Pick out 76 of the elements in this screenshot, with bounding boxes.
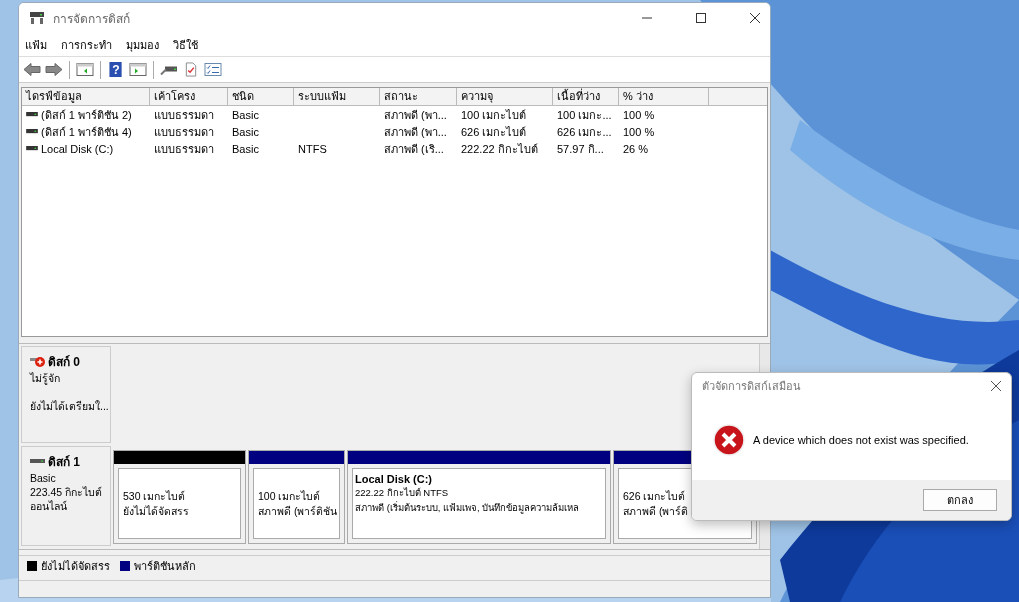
partition-info: สภาพดี (เริ่มต้นระบบ, แฟ้มเพจ, บันทึกข้อมูลความล้มเหล [355, 500, 581, 515]
back-arrow-icon[interactable] [23, 62, 41, 77]
table-cell-text: 626 เมกะไบต์ [461, 124, 527, 140]
window-title: การจัดการดิสก์ [53, 10, 130, 28]
table-cell-text: สภาพดี (พา... [384, 124, 447, 140]
checklist-icon[interactable] [204, 62, 222, 77]
action-pane-icon[interactable] [129, 62, 147, 77]
table-cell: Basic [232, 108, 259, 121]
partition-info: 100 เมกะไบต์ [258, 488, 322, 504]
partition-info: สภาพดี (พาร์ติชัน [258, 503, 335, 519]
table-cell: Basic [232, 125, 259, 138]
legend-label: ยังไม่ได้จัดสรร [41, 559, 110, 574]
close-icon[interactable] [991, 381, 1001, 391]
disk-label-panel[interactable]: ดิสก์ 0 ไม่รู้จัก ยังไม่ได้เตรียมใ... [21, 346, 111, 443]
menu-item[interactable]: วิธีใช้ [173, 35, 198, 54]
table-cell-text: 100 เมกะ... [557, 107, 612, 123]
table-cell-text: (ดิสก์ 1 พาร์ติชัน 4) [41, 124, 132, 140]
disk-error-icon [30, 355, 46, 368]
table-cell-text: 100 เมกะไบต์ [461, 107, 527, 123]
console-tree-icon[interactable] [76, 62, 94, 77]
table-cell: 100 % [623, 125, 655, 138]
table-cell: 26 % [623, 142, 649, 155]
drive-icon [26, 112, 38, 117]
disk-info: ไม่รู้จัก [30, 371, 61, 385]
partition-info: 626 เมกะไบต์ [623, 488, 687, 504]
column-header[interactable]: เค้าโครง [150, 88, 228, 105]
column-header[interactable]: เนื้อที่ว่าง [553, 88, 619, 105]
disk-info: ยังไม่ได้เตรียมใ... [30, 399, 110, 413]
dialog-message: A device which does not exist was specified. [753, 433, 969, 446]
disk-info: ออนไลน์ [30, 499, 68, 513]
column-header[interactable]: % ว่าง [619, 88, 709, 105]
partition-info: ยังไม่ได้จัดสรร [123, 503, 190, 519]
table-cell: 100 % [623, 108, 655, 121]
table-cell-text: 57.97 กิ... [557, 141, 604, 157]
maximize-icon[interactable] [696, 13, 706, 23]
table-cell-text: สภาพดี (เริ... [384, 141, 444, 157]
table-cell-text: 626 เมกะ... [557, 124, 612, 140]
table-cell: NTFS [298, 142, 327, 155]
partition-block[interactable]: Local Disk (C:) 222.22 กิกะไบต์ NTFS สภาพดี (เริ่มต้นระบบ, แฟ้มเพจ, บันทึกข้อมูลความล้มเหล [347, 450, 611, 544]
help-icon[interactable]: ? [107, 62, 125, 77]
table-cell: Basic [232, 142, 259, 155]
partition-info: 530 เมกะไบต์ [123, 488, 187, 504]
menu-item[interactable]: การกระทำ [61, 35, 112, 54]
column-header[interactable]: ไดรฟ์ข้อมูล [22, 88, 150, 105]
table-cell: Local Disk (C:) [41, 142, 114, 155]
table-cell-text: แบบธรรมดา [154, 124, 214, 140]
legend-label: พาร์ติชันหลัก [134, 559, 196, 574]
close-icon[interactable] [750, 13, 760, 23]
ok-button[interactable]: ตกลง [923, 489, 997, 511]
disk-name: ดิสก์ 1 [48, 454, 80, 471]
menu-item[interactable]: แฟ้ม [25, 35, 47, 54]
partition-info: สภาพดี (พาร์ติ [623, 503, 690, 519]
disk-info: 223.45 กิกะไบต์ [30, 485, 104, 499]
partition-block[interactable]: 100 เมกะไบต์ สภาพดี (พาร์ติชัน [248, 450, 345, 544]
table-cell-text: (ดิสก์ 1 พาร์ติชัน 2) [41, 107, 132, 123]
table-cell-text: แบบธรรมดา [154, 141, 214, 157]
partition-title: Local Disk (C:) [355, 473, 433, 485]
drive-icon [26, 129, 38, 134]
column-header[interactable]: ชนิด [228, 88, 294, 105]
disk-label-panel[interactable]: ดิสก์ 1 Basic 223.45 กิกะไบต์ ออนไลน์ [21, 446, 111, 546]
drive-icon [26, 146, 38, 151]
disk-info: Basic [30, 471, 57, 485]
menu-item[interactable]: มุมมอง [126, 35, 159, 54]
column-header[interactable]: ระบบแฟ้ม [294, 88, 380, 105]
disk-drive-icon [29, 11, 45, 25]
disk-name: ดิสก์ 0 [48, 354, 80, 371]
table-cell-text: สภาพดี (พา... [384, 107, 447, 123]
table-cell-text: แบบธรรมดา [154, 107, 214, 123]
dialog-title: ตัวจัดการดิสก์เสมือน [702, 379, 801, 394]
table-cell-text: 222.22 กิกะไบต์ [461, 141, 538, 157]
forward-arrow-icon[interactable] [45, 62, 63, 77]
partition-block[interactable]: 530 เมกะไบต์ ยังไม่ได้จัดสรร [113, 450, 246, 544]
error-icon [713, 423, 745, 456]
partition-info: 222.22 กิกะไบต์ NTFS [355, 486, 450, 500]
column-header[interactable]: ความจุ [457, 88, 553, 105]
column-header[interactable]: สถานะ [380, 88, 457, 105]
